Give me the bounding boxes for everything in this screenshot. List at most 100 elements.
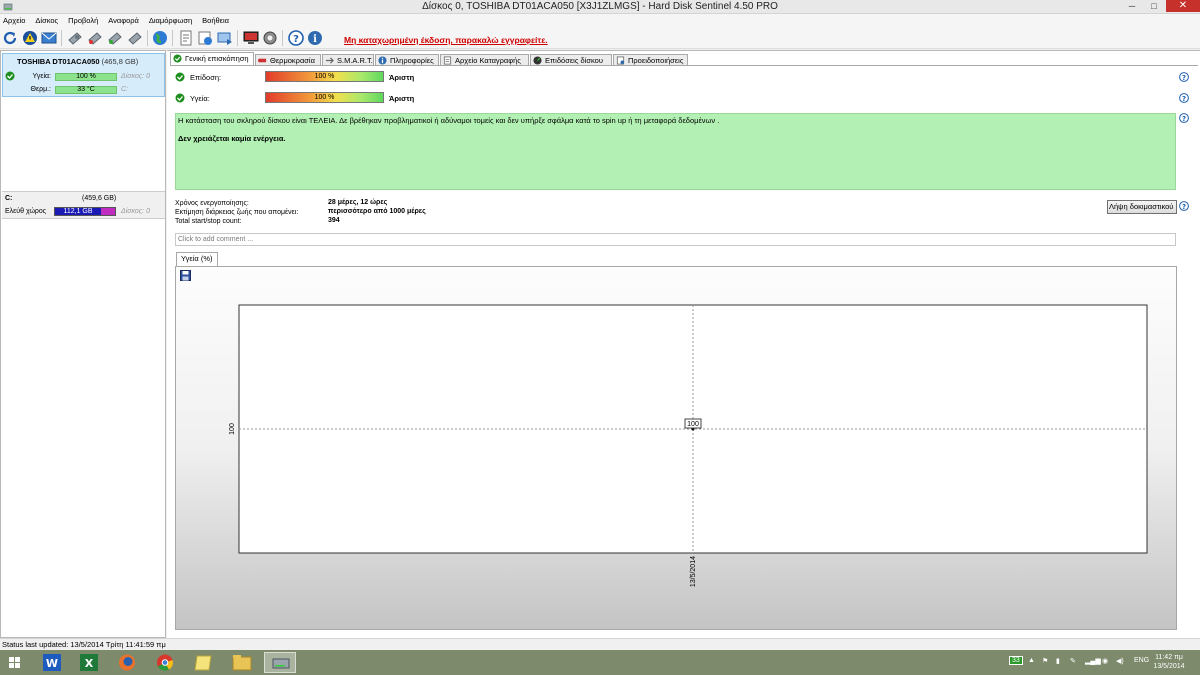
menu-help[interactable]: Βοήθεια (197, 14, 234, 27)
status-text-box: Η κατάσταση του σκληρού δίσκου είναι ΤΕΛ… (175, 113, 1176, 190)
comment-field[interactable]: Click to add comment ... (175, 233, 1176, 246)
menu-bar: Αρχείο Δίσκος Προβολή Αναφορά Διαμόρφωση Βοήθ… (0, 14, 1200, 27)
check-ok-icon (173, 54, 182, 63)
check-ok-icon (175, 93, 185, 105)
toolbar-separator (172, 30, 173, 46)
report-icon[interactable] (178, 30, 194, 46)
toolbar-separator (282, 30, 283, 46)
minimize-button[interactable]: ─ (1121, 0, 1143, 12)
tray-power-icon[interactable]: ◉ (1102, 657, 1108, 665)
tab-divider (170, 65, 1198, 66)
help-icon[interactable]: ? (1179, 93, 1189, 103)
word-icon[interactable]: W (36, 652, 68, 673)
disk-test-icon-3[interactable] (107, 30, 123, 46)
taskbar: W X 33 ▲ ⚑ ▮ ✎ ▂▄▆ ◉ ◀) ENG 11:42 πμ 13/… (0, 650, 1200, 675)
start-button[interactable] (2, 652, 28, 673)
excel-icon[interactable]: X (73, 652, 105, 673)
smart-icon (325, 56, 334, 65)
svg-text:?: ? (1182, 203, 1186, 211)
disk-test-icon[interactable] (67, 30, 83, 46)
check-ok-icon (175, 72, 185, 84)
action-text: Δεν χρειάζεται καμία ενέργεια. (178, 134, 286, 143)
thermometer-icon (258, 56, 267, 65)
send-report-icon[interactable] (197, 30, 213, 46)
volume-disk-index: Δίσκος: 0 (121, 208, 150, 215)
svg-text:X: X (85, 657, 94, 670)
menu-disk[interactable]: Δίσκος (30, 14, 63, 27)
data-label: 100 (687, 421, 699, 428)
health-bar: 100 % (265, 92, 384, 103)
svg-text:?: ? (1182, 115, 1186, 123)
menu-report[interactable]: Αναφορά (103, 14, 144, 27)
toolbar: ? i Μη καταχωρημένη έκδοση, παρακαλώ εγγ… (0, 27, 1200, 49)
disk-list-panel: TOSHIBA DT01ACA050 (465,8 GB) Υγεία: 100… (0, 50, 166, 638)
free-space-bar: 112,1 GB (54, 207, 116, 216)
tray-language[interactable]: ENG (1134, 657, 1149, 664)
unregistered-link[interactable]: Μη καταχωρημένη έκδοση, παρακαλώ εγγραφε… (344, 35, 548, 45)
volume-card[interactable]: C: (459,6 GB) Ελεύθ χώρος 112,1 GB Δίσκο… (2, 191, 165, 219)
menu-configuration[interactable]: Διαμόρφωση (144, 14, 197, 27)
tab-temperature-label: Θερμοκρασία (270, 56, 315, 65)
tray-disk-temp[interactable]: 33 (1009, 656, 1023, 665)
log-icon (443, 56, 452, 65)
status-bar: Status last updated: 13/5/2014 Τρίτη 11:… (0, 638, 1200, 650)
menu-file[interactable]: Αρχείο (0, 14, 30, 27)
help-icon[interactable]: ? (1179, 201, 1189, 211)
tray-chevron-icon[interactable]: ▲ (1028, 657, 1035, 664)
help-icon[interactable]: ? (288, 30, 304, 46)
maximize-button[interactable]: □ (1143, 0, 1165, 12)
taskbar-clock[interactable]: 11:42 πμ 13/5/2014 (1150, 653, 1188, 671)
main-panel: Γενική επισκόπηση Θερμοκρασία S.M.A.R.T.… (167, 50, 1200, 638)
volume-name: C: (5, 195, 13, 202)
sticky-notes-icon[interactable] (188, 652, 220, 673)
tab-overview[interactable]: Γενική επισκόπηση (170, 52, 254, 66)
tab-disk-performance-label: Επιδόσεις δίσκου (545, 56, 603, 65)
health-label: Υγεία: (190, 94, 210, 103)
tray-signal-icon[interactable]: ▂▄▆ (1085, 657, 1101, 665)
toolbar-separator (61, 30, 62, 46)
disk-card[interactable]: TOSHIBA DT01ACA050 (465,8 GB) Υγεία: 100… (2, 53, 165, 97)
window-title: Δίσκος 0, TOSHIBA DT01ACA050 [X3J1ZLMGS]… (422, 1, 778, 12)
title-bar: Δίσκος 0, TOSHIBA DT01ACA050 [X3J1ZLMGS]… (0, 0, 1200, 14)
disk-test-icon-2[interactable] (87, 30, 103, 46)
file-explorer-icon[interactable] (226, 652, 258, 673)
tray-tool-icon[interactable]: ✎ (1070, 657, 1076, 665)
disk-health-label: Υγεία: (32, 73, 51, 80)
email-report-icon[interactable] (217, 30, 233, 46)
svg-text:?: ? (1182, 74, 1186, 82)
svg-text:W: W (46, 657, 58, 670)
svg-text:?: ? (293, 34, 299, 45)
x-tick-label: 13/5/2014 (690, 556, 697, 587)
close-button[interactable]: ✕ (1166, 0, 1200, 12)
info-icon[interactable]: i (307, 30, 323, 46)
tray-flag-icon[interactable]: ⚑ (1042, 657, 1048, 665)
tray-volume-icon[interactable]: ◀) (1116, 657, 1124, 665)
disk-drive-letter: C: (121, 86, 128, 93)
performance-rating: Άριστη (389, 73, 415, 82)
gauge-icon (533, 56, 542, 65)
tab-alerts-label: Προειδοποιήσεις (628, 56, 684, 65)
status-text: Η κατάσταση του σκληρού δίσκου είναι ΤΕΛ… (178, 116, 720, 125)
lifetime-label: Εκτίμηση διάρκειας ζωής που απομένει: (175, 209, 299, 216)
tray-network-icon[interactable]: ▮ (1056, 657, 1060, 665)
chrome-icon[interactable] (149, 652, 181, 673)
help-icon[interactable]: ? (1179, 113, 1189, 123)
hard-disk-sentinel-taskbar-icon[interactable] (264, 652, 296, 673)
disk-test-icon-4[interactable] (127, 30, 143, 46)
globe-icon[interactable] (152, 30, 168, 46)
free-space-value: 112,1 GB (55, 208, 101, 215)
tab-health-graph[interactable]: Υγεία (%) (176, 252, 218, 266)
mail-icon[interactable] (41, 30, 57, 46)
monitor-icon[interactable] (243, 30, 259, 46)
firefox-icon[interactable] (111, 652, 143, 673)
power-on-value: 28 μέρες, 12 ώρες (328, 199, 388, 206)
graph-area: 100 13/5/2014 100 (175, 266, 1177, 630)
alert-icon[interactable] (22, 30, 38, 46)
download-test-button[interactable]: Λήψη δοκιμαστικού (1107, 200, 1177, 214)
menu-view[interactable]: Προβολή (63, 14, 103, 27)
clock-time: 11:42 πμ (1155, 654, 1183, 661)
alerts-icon (616, 56, 625, 65)
settings-icon[interactable] (262, 30, 278, 46)
help-icon[interactable]: ? (1179, 72, 1189, 82)
refresh-icon[interactable] (2, 30, 18, 46)
